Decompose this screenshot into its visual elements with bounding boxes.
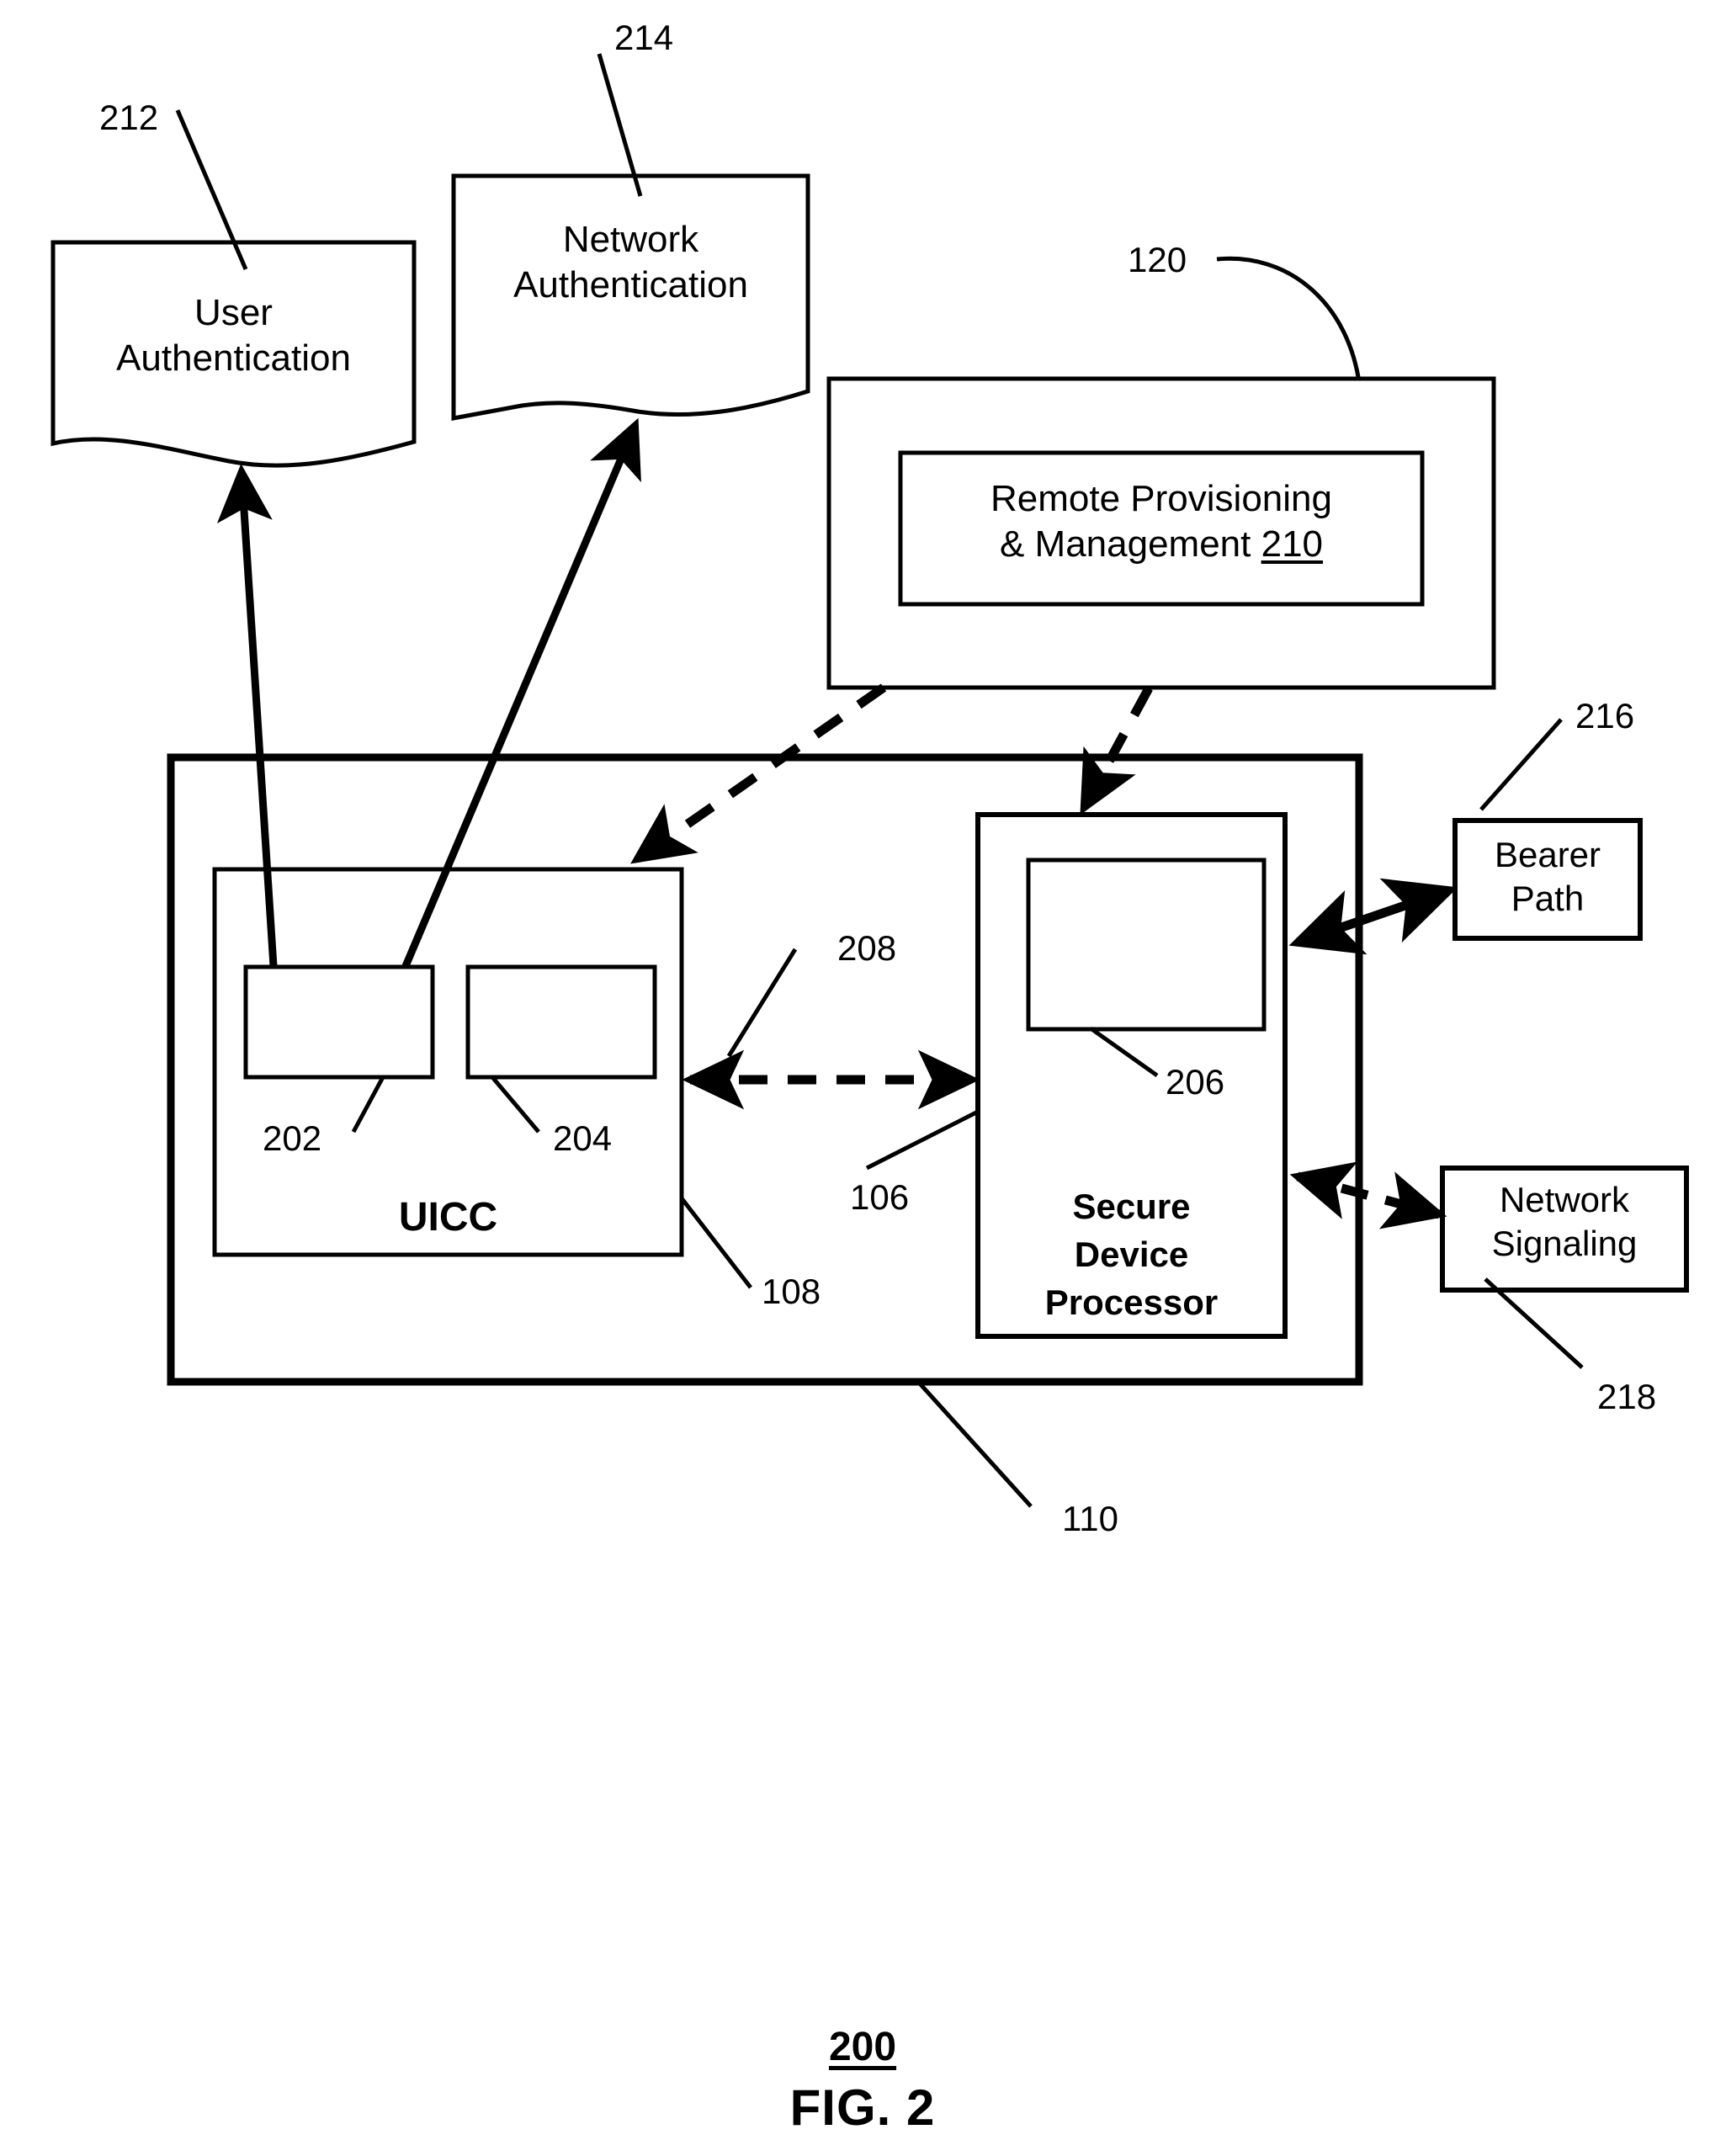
ref-214: 214 — [614, 18, 674, 57]
ref-202: 202 — [263, 1118, 322, 1158]
ref-208: 208 — [837, 928, 897, 968]
ref-206: 206 — [1166, 1062, 1225, 1102]
leader-110 — [917, 1381, 1033, 1508]
ref-106: 106 — [850, 1177, 910, 1217]
network-signaling-box — [1440, 1166, 1689, 1293]
patent-figure-2: User Authentication Network Authenticati… — [0, 0, 1726, 2156]
figure-canvas — [50, 53, 1689, 1508]
figure-number: 200 — [828, 2025, 897, 2069]
leader-120 — [1216, 256, 1361, 378]
ref-204: 204 — [553, 1118, 613, 1158]
ref-212: 212 — [99, 98, 159, 137]
bearer-path-box — [1452, 818, 1643, 941]
user-auth-box — [50, 240, 417, 468]
ref-108: 108 — [762, 1272, 821, 1311]
leader-216 — [1479, 718, 1563, 811]
figure-title: FIG. 2 — [789, 2079, 936, 2136]
ref-216: 216 — [1575, 696, 1635, 735]
ref-120: 120 — [1128, 240, 1187, 279]
network-auth-box — [451, 173, 810, 422]
uicc-module-204-box — [465, 964, 657, 1080]
uicc-module-202-box — [243, 964, 435, 1080]
ref-110: 110 — [1062, 1499, 1118, 1538]
ref-218: 218 — [1597, 1377, 1657, 1416]
sdp-module-206-box — [1026, 858, 1267, 1032]
provisioning-inner-box — [898, 450, 1425, 607]
